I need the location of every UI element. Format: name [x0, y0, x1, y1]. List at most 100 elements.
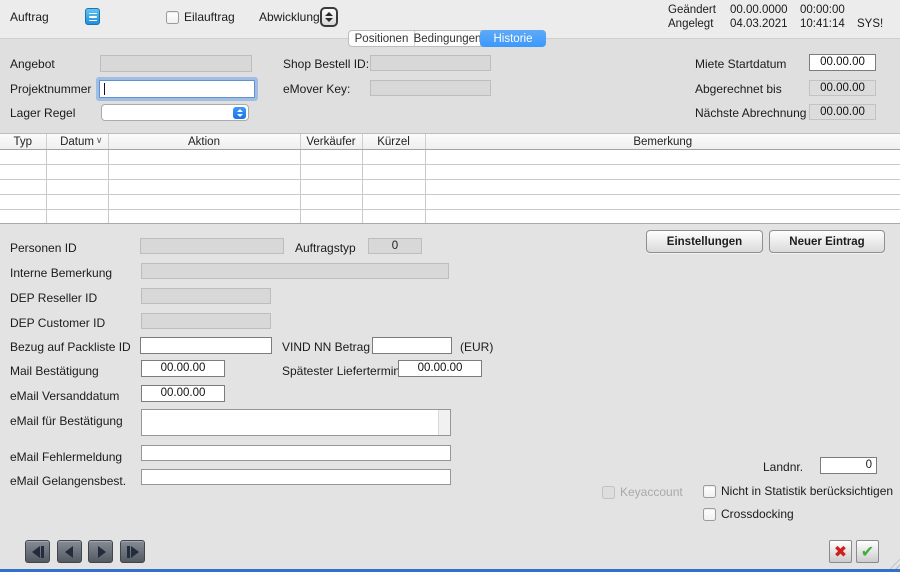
table-cell: [300, 195, 362, 210]
table-row[interactable]: [0, 195, 900, 210]
einstellungen-button[interactable]: Einstellungen: [646, 230, 763, 253]
abwicklung-label: Abwicklung: [259, 10, 320, 24]
personen-id-label: Personen ID: [10, 241, 77, 255]
order-head-form: Angebot Projektnummer Lager Regel Shop B…: [0, 39, 900, 134]
table-row[interactable]: [0, 150, 900, 165]
vind-nn-betrag-label: VIND NN Betrag: [282, 340, 370, 354]
order-detail-form: Personen ID Auftragstyp 0 Einstellungen …: [0, 224, 900, 569]
column-aktion[interactable]: Aktion: [108, 134, 300, 150]
abgerechnet-bis-label: Abgerechnet bis: [695, 82, 782, 96]
table-cell: [362, 150, 425, 165]
landnr-label: Landnr.: [763, 460, 803, 474]
stepper-up-icon: [325, 12, 333, 16]
table-row[interactable]: [0, 210, 900, 225]
tab-positionen[interactable]: Positionen: [349, 31, 414, 46]
table-cell: [46, 210, 108, 225]
email-gelangensbest-input[interactable]: [141, 469, 451, 485]
table-cell: [0, 165, 46, 180]
table-cell: [108, 210, 300, 225]
table-cell: [362, 165, 425, 180]
naechste-abrechnung-label: Nächste Abrechnung: [695, 106, 806, 120]
last-record-icon: [126, 546, 140, 558]
view-tabs: Positionen Bedingungen Historie: [348, 30, 546, 47]
angebot-label: Angebot: [10, 57, 55, 71]
vind-nn-betrag-input[interactable]: [372, 337, 452, 354]
history-table-header: Typ Datum∨ Aktion Verkäufer Kürzel Bemer…: [0, 134, 900, 150]
lager-regel-dropdown[interactable]: [101, 104, 249, 121]
cancel-button[interactable]: ✖: [829, 540, 852, 563]
column-typ[interactable]: Typ: [0, 134, 46, 150]
spaetester-liefertermin-label: Spätester Liefertermin: [282, 364, 400, 378]
table-cell: [46, 195, 108, 210]
column-kuerzel[interactable]: Kürzel: [362, 134, 425, 150]
first-record-icon: [31, 546, 45, 558]
previous-record-button[interactable]: [57, 540, 82, 563]
previous-record-icon: [63, 546, 77, 558]
crossdocking-label: Crossdocking: [721, 507, 794, 521]
table-cell: [0, 180, 46, 195]
dep-reseller-id-field: [141, 288, 271, 304]
confirm-button[interactable]: ✔: [856, 540, 879, 563]
last-record-button[interactable]: [120, 540, 145, 563]
table-cell: [425, 165, 900, 180]
table-cell: [46, 180, 108, 195]
confirm-check-icon: ✔: [861, 544, 874, 560]
table-cell: [425, 210, 900, 225]
miete-startdatum-label: Miete Startdatum: [695, 57, 786, 71]
next-record-icon: [94, 546, 108, 558]
tab-bedingungen[interactable]: Bedingungen: [414, 31, 481, 46]
email-fehlermeldung-input[interactable]: [141, 445, 451, 461]
sort-indicator-icon: ∨: [96, 135, 103, 146]
table-cell: [300, 165, 362, 180]
shop-bestell-id-field: [370, 55, 491, 71]
first-record-button[interactable]: [25, 540, 50, 563]
abwicklung-stepper[interactable]: [320, 7, 338, 27]
interne-bemerkung-field: [141, 263, 449, 279]
neuer-eintrag-button[interactable]: Neuer Eintrag: [769, 230, 885, 253]
projektnummer-label: Projektnummer: [10, 82, 91, 96]
table-cell: [108, 165, 300, 180]
bezug-packliste-label: Bezug auf Packliste ID: [10, 340, 131, 354]
tab-historie[interactable]: Historie: [480, 30, 546, 47]
email-fuer-bestaetigung-label: eMail für Bestätigung: [10, 414, 123, 428]
keyaccount-checkbox: [602, 486, 615, 499]
table-cell: [425, 195, 900, 210]
table-cell: [362, 180, 425, 195]
auftragstyp-label: Auftragstyp: [295, 241, 356, 255]
column-bemerkung[interactable]: Bemerkung: [425, 134, 900, 150]
table-cell: [300, 180, 362, 195]
auftragstyp-field: 0: [368, 238, 422, 254]
eilauftrag-label: Eilauftrag: [184, 10, 235, 24]
projektnummer-input[interactable]: [99, 80, 255, 98]
crossdocking-checkbox[interactable]: [703, 508, 716, 521]
table-row[interactable]: [0, 180, 900, 195]
angelegt-date: 04.03.2021: [730, 18, 788, 30]
nicht-in-statistik-checkbox[interactable]: [703, 485, 716, 498]
table-cell: [425, 150, 900, 165]
mail-bestaetigung-input[interactable]: 00.00.00: [141, 360, 225, 377]
column-verkaeufer[interactable]: Verkäufer: [300, 134, 362, 150]
next-record-button[interactable]: [88, 540, 113, 563]
email-versanddatum-input[interactable]: 00.00.00: [141, 385, 225, 402]
email-fuer-bestaetigung-input[interactable]: [141, 409, 451, 436]
table-cell: [425, 180, 900, 195]
eilauftrag-checkbox[interactable]: [166, 11, 179, 24]
column-datum[interactable]: Datum∨: [46, 134, 108, 150]
order-form-icon[interactable]: [85, 8, 100, 25]
spaetester-liefertermin-input[interactable]: 00.00.00: [398, 360, 482, 377]
geaendert-time: 00:00:00: [800, 4, 845, 16]
scrollbar[interactable]: [438, 410, 450, 435]
emover-key-field: [370, 80, 491, 96]
table-row[interactable]: [0, 165, 900, 180]
popup-arrows-icon: [233, 107, 246, 119]
miete-startdatum-input[interactable]: 00.00.00: [809, 54, 876, 71]
personen-id-field: [140, 238, 284, 254]
table-cell: [0, 195, 46, 210]
eur-unit-label: (EUR): [460, 340, 493, 354]
nicht-in-statistik-label: Nicht in Statistik berücksichtigen: [721, 484, 893, 498]
audit-user: SYS!: [857, 18, 883, 30]
landnr-input[interactable]: 0: [820, 457, 877, 474]
bezug-packliste-input[interactable]: [140, 337, 272, 354]
geaendert-label: Geändert: [668, 4, 716, 16]
table-cell: [108, 180, 300, 195]
